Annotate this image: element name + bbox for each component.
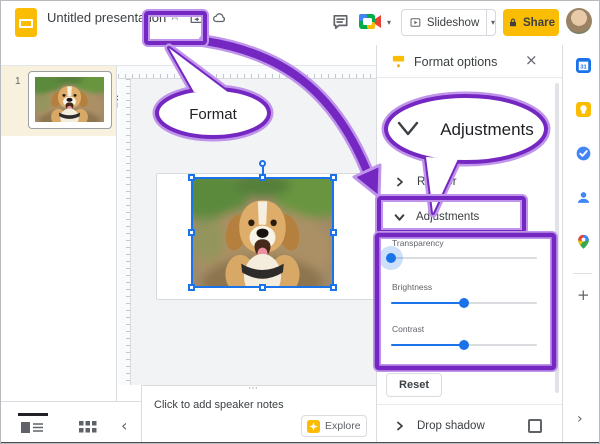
row-adjustments[interactable]: Adjustments xyxy=(377,201,553,233)
svg-text:31: 31 xyxy=(580,64,587,70)
avatar[interactable] xyxy=(566,8,592,34)
tasks-icon[interactable] xyxy=(576,146,591,161)
slide-thumbnail[interactable] xyxy=(28,71,112,129)
google-side-rail: 31 + › xyxy=(562,45,599,442)
adjustments-row-label: Adjustments xyxy=(416,211,480,223)
close-icon[interactable]: × xyxy=(525,53,538,68)
brightness-slider[interactable] xyxy=(391,297,537,309)
share-label: Share xyxy=(523,16,555,29)
explore-button[interactable]: Explore xyxy=(301,415,367,437)
chevron-right-icon xyxy=(397,421,403,431)
calendar-icon[interactable]: 31 xyxy=(576,58,591,73)
resize-handle-sw[interactable] xyxy=(188,284,195,291)
side-rail-divider xyxy=(573,273,592,274)
transparency-label: Transparency xyxy=(392,238,444,248)
keep-icon[interactable] xyxy=(576,102,591,117)
panel-header: Format options × xyxy=(377,45,563,78)
notes-placeholder[interactable]: Click to add speaker notes xyxy=(154,399,284,411)
format-options-panel: Format options × Recolor Adjustments Tra… xyxy=(376,45,563,442)
horizontal-ruler xyxy=(118,66,376,79)
drop-shadow-label: Drop shadow xyxy=(417,420,485,432)
google-slides-window: Untitled presentation ☆ File Edit View I… xyxy=(0,0,600,444)
resize-handle-n[interactable] xyxy=(259,174,266,181)
titlebar: Untitled presentation ☆ File Edit View I… xyxy=(1,1,599,45)
star-icon[interactable]: ☆ xyxy=(169,10,181,23)
panel-scrollbar[interactable] xyxy=(555,83,559,393)
dog-image xyxy=(193,179,332,286)
hide-side-panel-button[interactable]: › xyxy=(577,412,583,426)
row-recolor[interactable]: Recolor xyxy=(377,167,553,197)
chevron-down-icon xyxy=(394,213,405,221)
contrast-slider[interactable] xyxy=(391,339,537,351)
resize-handle-ne[interactable] xyxy=(330,174,337,181)
resize-handle-e[interactable] xyxy=(330,229,337,236)
slide-number: 1 xyxy=(15,76,21,87)
contrast-thumb[interactable] xyxy=(459,340,469,350)
comment-icon[interactable] xyxy=(331,13,350,31)
slideshow-label: Slideshow xyxy=(426,16,480,29)
present-icon xyxy=(410,18,421,27)
panel-divider xyxy=(377,404,563,405)
slideshow-button[interactable]: Slideshow ▾ xyxy=(401,9,496,36)
slides-filmstrip: 1 xyxy=(1,66,117,401)
meet-caret-icon[interactable]: ▾ xyxy=(387,18,391,27)
speaker-notes: ⋯ Click to add speaker notes Explore xyxy=(141,384,376,442)
slideshow-caret-icon[interactable]: ▾ xyxy=(491,18,495,27)
transparency-slider[interactable] xyxy=(379,246,537,270)
active-view-indicator xyxy=(18,413,48,416)
resize-handle-w[interactable] xyxy=(188,229,195,236)
reset-label: Reset xyxy=(399,379,429,391)
explore-icon xyxy=(307,419,320,433)
resize-handle-s[interactable] xyxy=(259,284,266,291)
resize-handle-se[interactable] xyxy=(330,284,337,291)
brightness-label: Brightness xyxy=(392,282,433,292)
format-options-icon xyxy=(392,55,405,68)
add-addon-button[interactable]: + xyxy=(577,288,590,303)
collapse-filmstrip-button[interactable]: ‹ xyxy=(121,418,127,434)
grid-view-button[interactable] xyxy=(78,420,98,435)
selected-image[interactable] xyxy=(191,177,334,288)
meet-icon[interactable] xyxy=(358,12,384,31)
vertical-ruler xyxy=(118,79,131,385)
resize-handle-nw[interactable] xyxy=(188,174,195,181)
slide-thumbnail-image xyxy=(35,77,104,122)
slideshow-divider xyxy=(486,10,487,35)
row-drop-shadow[interactable]: Drop shadow xyxy=(377,411,553,441)
menubar: File Edit View Insert Format Slide Arran… xyxy=(1,23,339,43)
notes-drag-handle[interactable]: ⋯ xyxy=(248,384,258,394)
brightness-thumb[interactable] xyxy=(459,298,469,308)
contrast-label: Contrast xyxy=(392,324,425,334)
contacts-icon[interactable] xyxy=(576,190,591,205)
reset-button[interactable]: Reset xyxy=(386,373,442,397)
recolor-label: Recolor xyxy=(417,176,457,188)
transparency-thumb[interactable] xyxy=(386,253,396,263)
explore-label: Explore xyxy=(325,420,361,432)
share-button[interactable]: Share xyxy=(503,9,559,36)
drop-shadow-checkbox[interactable] xyxy=(528,419,542,433)
maps-icon[interactable] xyxy=(576,234,591,249)
panel-title: Format options xyxy=(414,55,498,69)
rotation-handle[interactable] xyxy=(259,160,266,167)
lock-icon xyxy=(510,18,517,27)
chevron-right-icon xyxy=(397,177,403,187)
filmstrip-view-button[interactable] xyxy=(20,420,44,435)
bottom-view-bar: ‹ xyxy=(1,401,141,442)
canvas-area xyxy=(118,66,376,385)
